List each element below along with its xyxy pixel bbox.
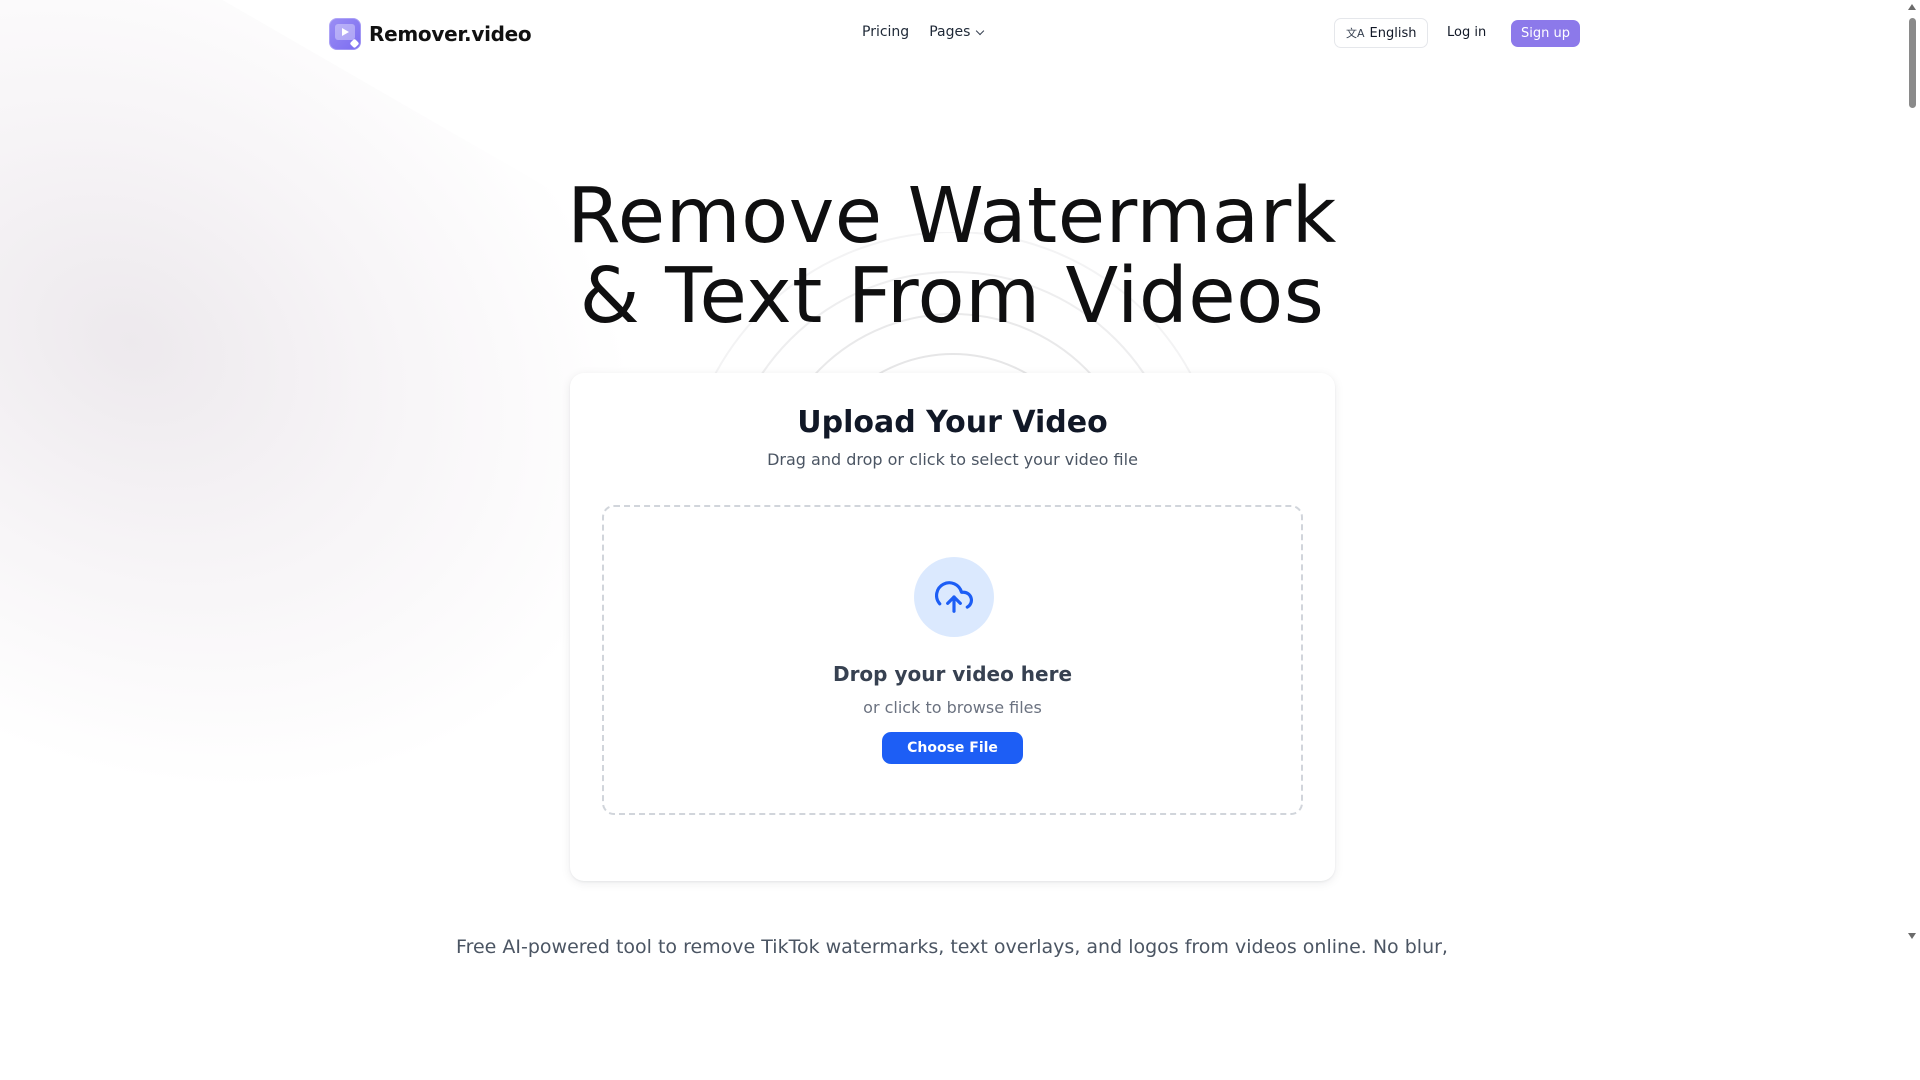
translate-icon: 文A — [1346, 27, 1365, 40]
nav-pages-dropdown[interactable]: Pages — [929, 24, 985, 40]
choose-file-button[interactable]: Choose File — [882, 732, 1023, 764]
brand-name: Remover.video — [369, 22, 532, 46]
login-link[interactable]: Log in — [1447, 25, 1486, 40]
chevron-down-icon — [976, 26, 985, 35]
hero-tagline: Free AI-powered tool to remove TikTok wa… — [456, 936, 1448, 958]
language-label: English — [1369, 25, 1417, 41]
language-selector-button[interactable]: 文A English — [1334, 18, 1429, 48]
scroll-up-arrow-icon[interactable] — [1908, 4, 1916, 10]
upload-card-subtitle: Drag and drop or click to select your vi… — [767, 450, 1138, 469]
video-dropzone[interactable]: Drop your video here or click to browse … — [602, 505, 1303, 815]
hero-title-line-2: & Text From Videos — [579, 252, 1325, 341]
dropzone-title: Drop your video here — [832, 662, 1073, 686]
hero-title-line-1: Remove Watermark — [567, 172, 1337, 261]
cloud-upload-icon — [914, 557, 994, 637]
brand-logo-link[interactable]: Remover.video — [329, 18, 532, 50]
page-scrollbar[interactable] — [1904, 0, 1920, 945]
main-nav: Pricing Pages — [862, 24, 985, 40]
upload-card-title: Upload Your Video — [797, 405, 1108, 440]
nav-pricing-link[interactable]: Pricing — [862, 24, 909, 40]
scroll-down-arrow-icon[interactable] — [1908, 933, 1916, 939]
nav-pages-label: Pages — [929, 24, 971, 40]
hero-title: Remove Watermark & Text From Videos — [0, 177, 1904, 337]
dropzone-subtitle: or click to browse files — [863, 698, 1042, 717]
scrollbar-thumb[interactable] — [1909, 18, 1916, 108]
site-header: Remover.video Pricing Pages 文A English L… — [0, 0, 1904, 68]
page: Remover.video Pricing Pages 文A English L… — [0, 0, 1920, 1080]
upload-card: Upload Your Video Drag and drop or click… — [570, 373, 1335, 881]
signup-button[interactable]: Sign up — [1511, 20, 1580, 47]
video-play-wand-icon — [329, 18, 361, 50]
